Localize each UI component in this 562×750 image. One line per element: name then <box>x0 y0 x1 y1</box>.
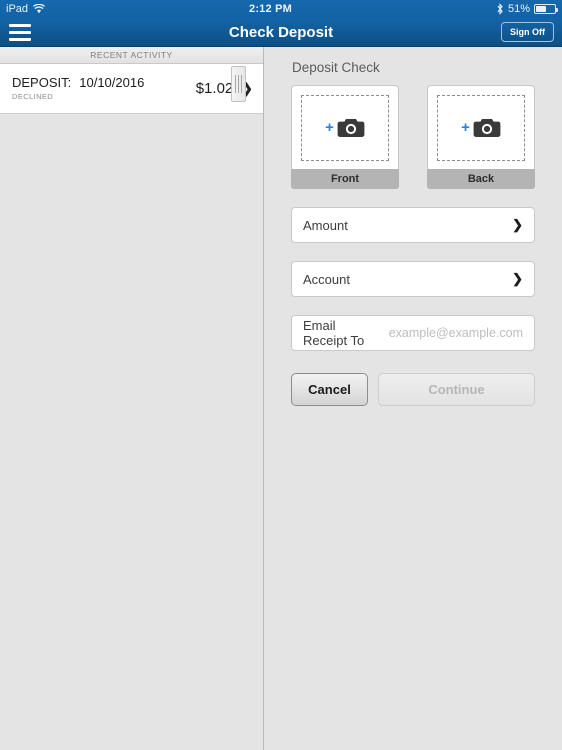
capture-front[interactable]: + Front <box>291 85 399 189</box>
email-receipt-field[interactable]: Email Receipt To example@example.com <box>291 315 535 351</box>
content-area: RECENT ACTIVITY DEPOSIT: 10/10/2016 DECLI… <box>0 47 562 750</box>
continue-button: Continue <box>378 373 535 406</box>
capture-front-label: Front <box>291 169 399 189</box>
cancel-button[interactable]: Cancel <box>291 373 368 406</box>
plus-icon: + <box>461 119 470 136</box>
drag-handle-icon[interactable] <box>231 66 246 102</box>
status-bar-right: 51% <box>496 3 558 15</box>
capture-back-preview: + <box>427 85 535 169</box>
activity-date-label: 10/10/2016 <box>79 75 145 90</box>
status-bar-clock: 2:12 PM <box>249 3 292 15</box>
battery-percent-label: 51% <box>507 3 530 15</box>
email-receipt-label: Email Receipt To <box>303 318 365 348</box>
action-button-row: Cancel Continue <box>291 373 535 406</box>
section-title: Deposit Check <box>292 60 380 75</box>
activity-details: DEPOSIT: 10/10/2016 DECLINED <box>12 75 196 101</box>
deposit-form-panel: Deposit Check + Front + Back Amount ❯ Ac… <box>231 47 562 750</box>
email-receipt-input[interactable]: example@example.com <box>389 326 523 340</box>
capture-front-preview: + <box>291 85 399 169</box>
activity-type-label: DEPOSIT: <box>12 75 72 90</box>
app-screen: iPad 2:12 PM 51% Check Deposit Sign Off … <box>0 0 562 750</box>
recent-activity-sidebar: RECENT ACTIVITY DEPOSIT: 10/10/2016 DECLI… <box>0 47 264 750</box>
hamburger-menu-icon[interactable] <box>9 23 31 41</box>
bluetooth-icon <box>496 3 504 15</box>
sign-off-button[interactable]: Sign Off <box>501 22 554 42</box>
account-field-label: Account <box>303 271 350 287</box>
camera-icon <box>337 117 365 138</box>
amount-field-label: Amount <box>303 217 348 233</box>
check-capture-group: + Front + Back <box>291 85 535 189</box>
status-bar: iPad 2:12 PM 51% <box>0 0 562 18</box>
activity-list-item[interactable]: DEPOSIT: 10/10/2016 DECLINED $1.02 ❯ <box>0 64 263 114</box>
wifi-icon <box>33 4 46 14</box>
activity-title: DEPOSIT: 10/10/2016 <box>12 75 196 90</box>
capture-front-dashed-area: + <box>301 94 389 161</box>
camera-icon <box>473 117 501 138</box>
plus-icon: + <box>325 119 334 136</box>
status-bar-left: iPad <box>6 3 46 15</box>
device-name-label: iPad <box>6 3 29 15</box>
amount-field[interactable]: Amount ❯ <box>291 207 535 243</box>
recent-activity-header: RECENT ACTIVITY <box>0 47 263 64</box>
page-title: Check Deposit <box>228 23 334 41</box>
activity-amount-label: $1.02 <box>195 79 234 97</box>
capture-back-label: Back <box>427 169 535 189</box>
chevron-right-icon: ❯ <box>512 217 523 232</box>
navigation-bar: Check Deposit Sign Off <box>0 18 562 47</box>
capture-back[interactable]: + Back <box>427 85 535 189</box>
battery-icon <box>534 4 558 14</box>
chevron-right-icon: ❯ <box>512 271 523 286</box>
account-field[interactable]: Account ❯ <box>291 261 535 297</box>
activity-status-badge: DECLINED <box>12 92 54 101</box>
capture-back-dashed-area: + <box>437 94 525 161</box>
